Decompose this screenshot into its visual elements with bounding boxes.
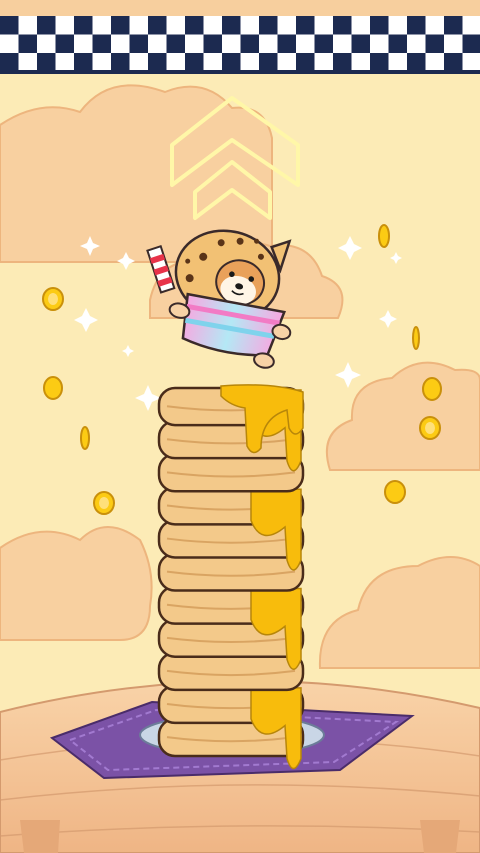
checker-square — [370, 16, 389, 35]
checker-square — [407, 53, 426, 72]
checker-square — [388, 34, 407, 53]
coin — [384, 480, 406, 504]
checker-square — [370, 53, 389, 72]
coin — [378, 224, 390, 248]
checker-square — [129, 34, 148, 53]
checker-square — [0, 53, 19, 72]
finish-line-banner — [0, 16, 480, 74]
checker-square — [37, 16, 56, 35]
checker-square — [0, 16, 19, 35]
checker-square — [185, 53, 204, 72]
checker-square — [425, 34, 444, 53]
pancake — [157, 651, 305, 692]
coin — [93, 491, 115, 515]
checker-square — [92, 34, 111, 53]
checker-square — [148, 16, 167, 35]
coin — [422, 377, 442, 401]
game-scene[interactable] — [0, 0, 480, 853]
game-stage[interactable] — [0, 0, 480, 853]
checker-square — [333, 53, 352, 72]
pancake — [157, 552, 305, 592]
checker-square — [222, 53, 241, 72]
checker-square — [296, 53, 315, 72]
checker-square — [74, 16, 93, 35]
checker-square — [296, 16, 315, 35]
checker-square — [74, 53, 93, 72]
checker-square — [351, 34, 370, 53]
pancake — [157, 452, 305, 493]
checker-square — [444, 16, 463, 35]
coin — [42, 287, 64, 311]
checker-square — [407, 16, 426, 35]
checker-square — [240, 34, 259, 53]
checker-square — [259, 16, 278, 35]
checker-square — [259, 53, 278, 72]
checker-square — [222, 16, 241, 35]
coin — [419, 416, 441, 440]
checker-square — [55, 34, 74, 53]
coin — [412, 326, 420, 350]
checker-square — [37, 53, 56, 72]
checker-square — [148, 53, 167, 72]
checker-square — [185, 16, 204, 35]
checker-square — [277, 34, 296, 53]
pancake-stack — [157, 384, 305, 770]
checker-square — [111, 16, 130, 35]
checker-square — [333, 16, 352, 35]
table-leg — [20, 820, 60, 853]
checker-square — [462, 34, 480, 53]
table-leg — [420, 820, 460, 853]
checker-square — [18, 34, 37, 53]
checker-square — [444, 53, 463, 72]
coin — [43, 376, 63, 400]
checker-square — [166, 34, 185, 53]
checker-square — [314, 34, 333, 53]
cloud-lower-left — [0, 526, 153, 641]
checker-square — [203, 34, 222, 53]
coin — [80, 426, 90, 450]
top-band — [0, 0, 480, 16]
checker-square — [111, 53, 130, 72]
